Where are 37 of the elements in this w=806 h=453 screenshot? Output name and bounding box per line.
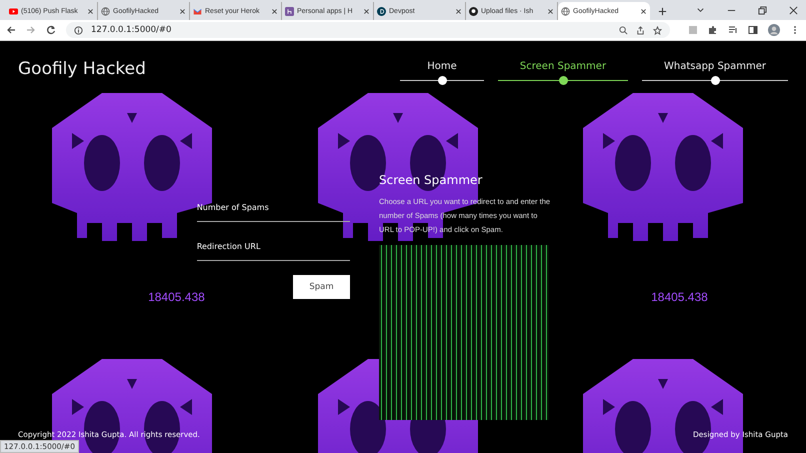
counter-value: 18405.438 [651,290,708,304]
h-logo-icon [285,6,294,16]
mail-icon [193,6,202,16]
share-icon[interactable] [636,26,645,34]
nav-link[interactable]: Whatsapp Spammer [642,61,788,81]
site-title: Goofily Hacked [18,59,146,81]
close-icon[interactable] [179,8,186,14]
new-tab-icon[interactable] [658,7,667,16]
close-icon[interactable] [547,8,554,14]
star-icon[interactable] [653,26,662,34]
restore-icon[interactable] [758,6,767,14]
zoom-icon[interactable] [619,26,628,34]
playlist-icon[interactable] [728,25,738,35]
side-panel-icon[interactable] [748,25,758,35]
close-icon[interactable] [87,8,94,14]
close-icon[interactable] [363,8,370,14]
close-icon[interactable] [271,8,278,14]
spam-button[interactable]: Spam [292,275,350,299]
d-logo-icon [377,6,386,16]
info-icon[interactable] [74,26,83,34]
globe-icon [101,6,110,16]
back-arrow-icon[interactable] [6,25,16,35]
address-field[interactable]: 127.0.0.1:5000/#0 [66,22,670,38]
puzzle-icon[interactable] [708,25,718,35]
reload-icon[interactable] [46,25,56,35]
nav-link[interactable]: Screen Spammer [498,61,628,81]
close-icon[interactable] [455,8,462,14]
nav-link[interactable]: Home [400,61,484,81]
avatar-icon[interactable] [768,24,780,36]
input-field[interactable]: Redirection URL [196,242,350,261]
close-icon[interactable] [789,6,798,14]
input-field[interactable]: Number of Spams [196,203,350,222]
chevron-down-icon[interactable] [696,6,705,14]
play-icon [9,6,18,16]
counter-value: 18405.438 [148,290,205,304]
globe-icon [561,6,570,16]
close-icon[interactable] [640,8,647,14]
